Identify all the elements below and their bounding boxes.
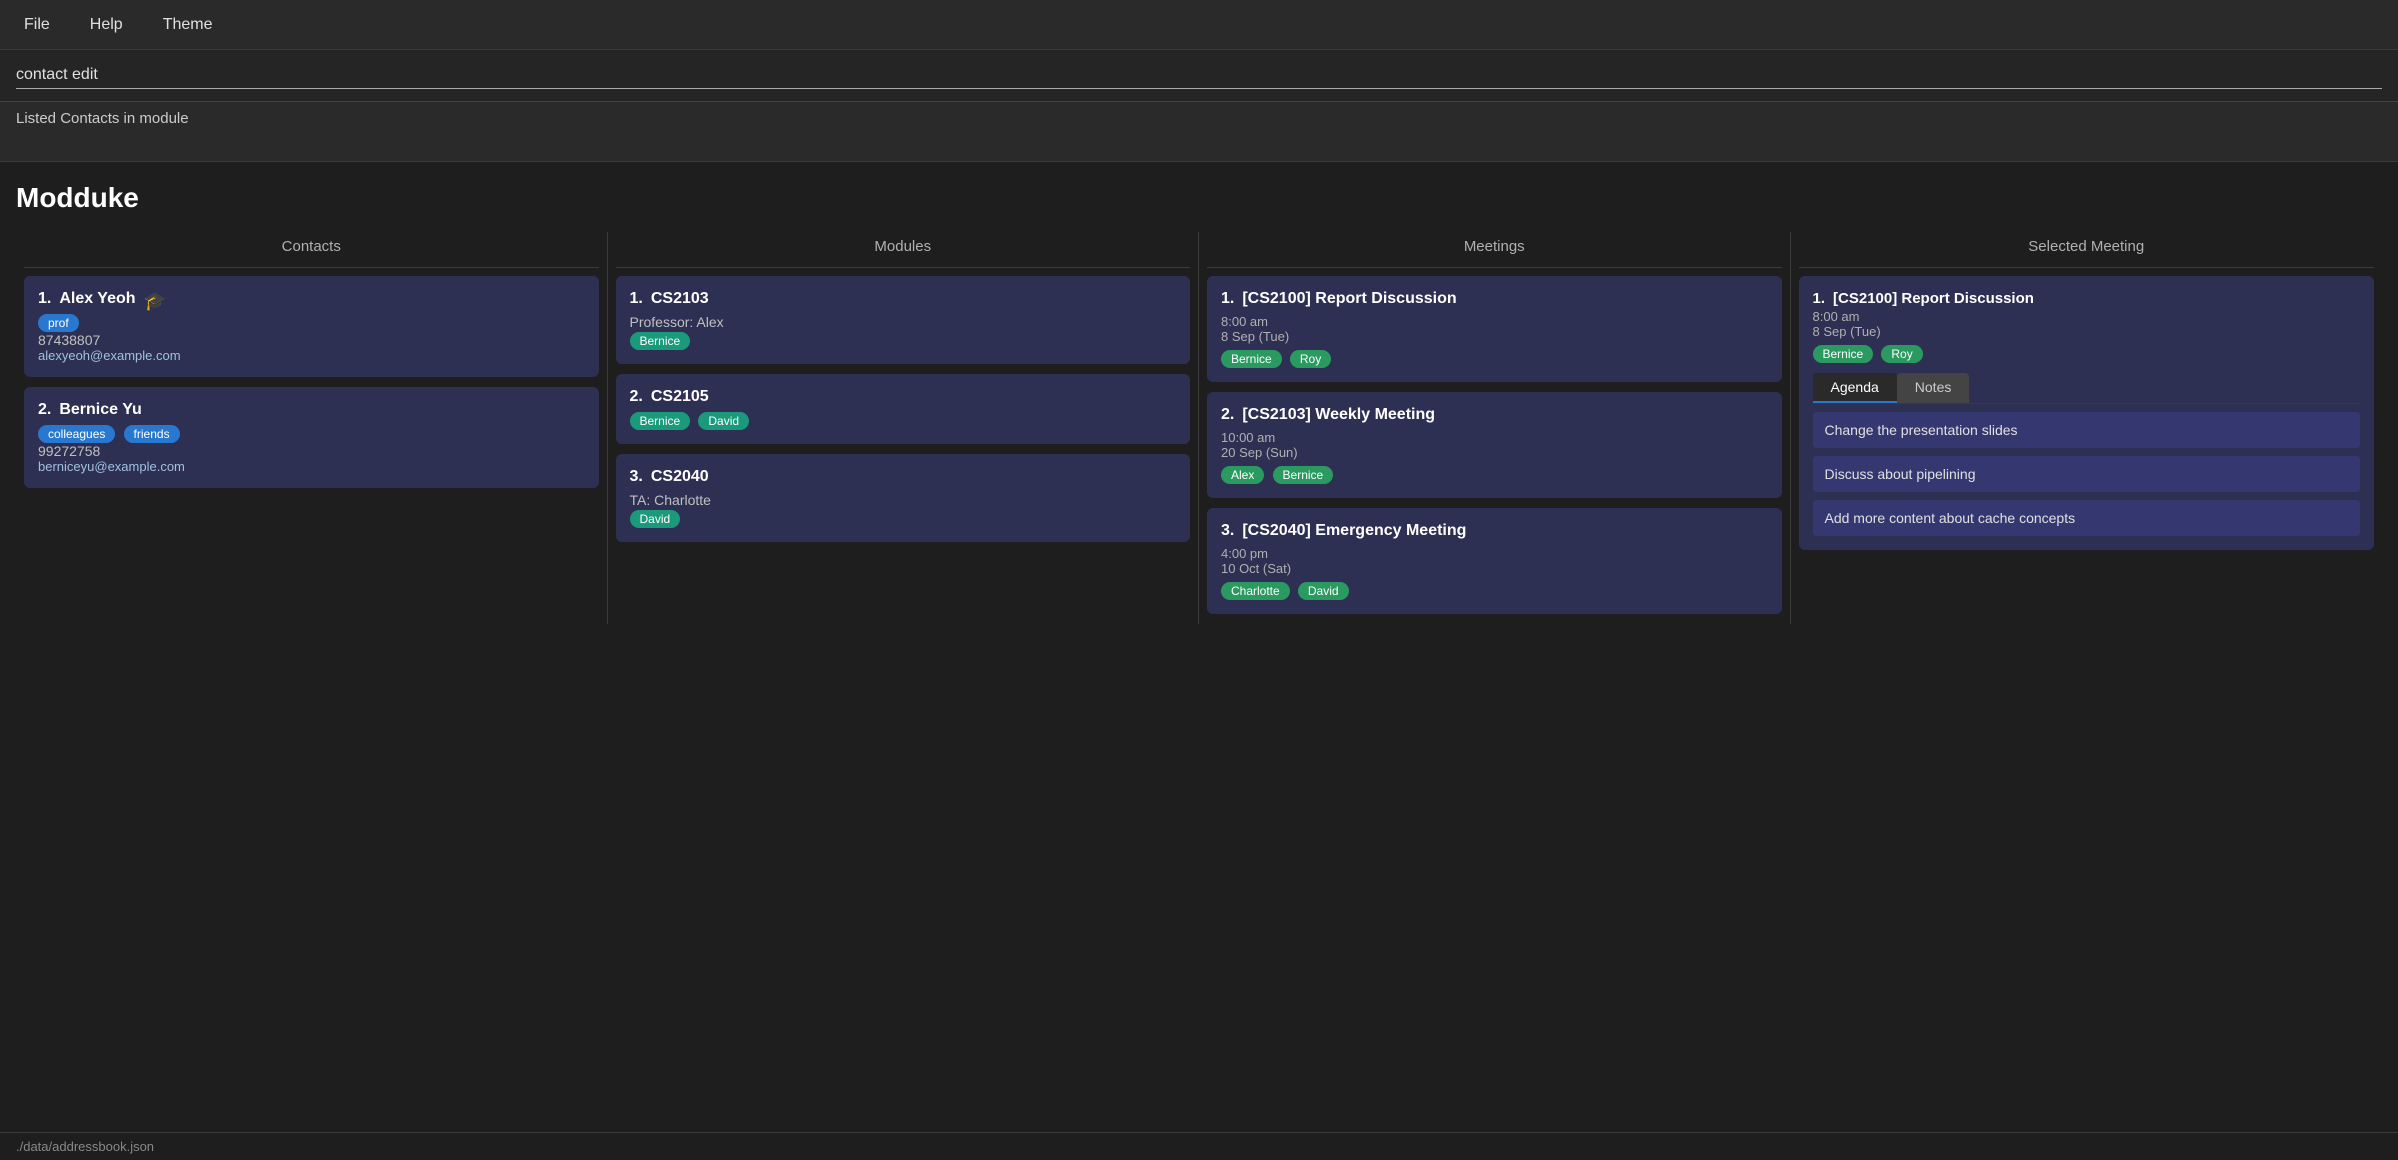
contact-1-tag-prof: prof	[38, 314, 79, 332]
module-card-2[interactable]: 2. CS2105 Bernice David	[616, 374, 1191, 444]
footer-path: ./data/addressbook.json	[16, 1139, 154, 1154]
agenda-item-2: Discuss about pipelining	[1813, 456, 2361, 492]
footer: ./data/addressbook.json	[0, 1132, 2398, 1160]
tab-agenda[interactable]: Agenda	[1813, 373, 1897, 403]
contact-2-tag-friends: friends	[124, 425, 180, 443]
meeting-1-index: 1.	[1221, 290, 1234, 308]
module-1-code: CS2103	[651, 290, 709, 308]
main-content: Modduke Contacts 1. Alex Yeoh 🎓 prof 874…	[0, 162, 2398, 634]
contact-2-tag-colleagues: colleagues	[38, 425, 115, 443]
selected-meeting-header: Selected Meeting	[1799, 232, 2375, 268]
module-2-tag-bernice: Bernice	[630, 412, 691, 430]
contact-2-name: Bernice Yu	[59, 401, 141, 419]
module-2-tag-david: David	[698, 412, 749, 430]
contact-1-name: Alex Yeoh	[59, 290, 135, 308]
meeting-card-1[interactable]: 1. [CS2100] Report Discussion 8:00 am 8 …	[1207, 276, 1782, 382]
contact-1-index: 1.	[38, 290, 51, 308]
meeting-1-date: 8 Sep (Tue)	[1221, 329, 1768, 344]
contact-2-email: berniceyu@example.com	[38, 459, 585, 474]
module-card-1[interactable]: 1. CS2103 Professor: Alex Bernice	[616, 276, 1191, 364]
meeting-1-tag-roy: Roy	[1290, 350, 1331, 368]
contact-1-email: alexyeoh@example.com	[38, 348, 585, 363]
meeting-tabs: Agenda Notes	[1813, 373, 2361, 404]
modules-column: Modules 1. CS2103 Professor: Alex Bernic…	[608, 232, 1200, 624]
module-1-role: Professor: Alex	[630, 314, 1177, 330]
menu-help[interactable]: Help	[82, 12, 131, 38]
tab-notes[interactable]: Notes	[1897, 373, 1970, 403]
meeting-1-title: [CS2100] Report Discussion	[1242, 290, 1456, 308]
meeting-2-date: 20 Sep (Sun)	[1221, 445, 1768, 460]
module-3-tag-david: David	[630, 510, 681, 528]
menubar: File Help Theme	[0, 0, 2398, 50]
menu-theme[interactable]: Theme	[155, 12, 221, 38]
contacts-header: Contacts	[24, 232, 599, 268]
meeting-3-tag-charlotte: Charlotte	[1221, 582, 1290, 600]
command-bar	[0, 50, 2398, 102]
app-title: Modduke	[16, 182, 2382, 214]
contact-2-index: 2.	[38, 401, 51, 419]
agenda-item-3: Add more content about cache concepts	[1813, 500, 2361, 536]
status-text: Listed Contacts in module	[16, 110, 189, 127]
modules-header: Modules	[616, 232, 1191, 268]
meeting-2-index: 2.	[1221, 406, 1234, 424]
module-3-index: 3.	[630, 468, 643, 486]
module-3-code: CS2040	[651, 468, 709, 486]
contacts-column: Contacts 1. Alex Yeoh 🎓 prof 87438807 al…	[16, 232, 608, 624]
meetings-column: Meetings 1. [CS2100] Report Discussion 8…	[1199, 232, 1791, 624]
meeting-3-index: 3.	[1221, 522, 1234, 540]
contact-card-1[interactable]: 1. Alex Yeoh 🎓 prof 87438807 alexyeoh@ex…	[24, 276, 599, 377]
columns-container: Contacts 1. Alex Yeoh 🎓 prof 87438807 al…	[16, 232, 2382, 624]
meeting-3-time: 4:00 pm	[1221, 546, 1768, 561]
module-1-index: 1.	[630, 290, 643, 308]
contact-2-phone: 99272758	[38, 443, 585, 459]
meeting-3-title: [CS2040] Emergency Meeting	[1242, 522, 1466, 540]
meeting-2-time: 10:00 am	[1221, 430, 1768, 445]
selected-meeting-title: [CS2100] Report Discussion	[1833, 290, 2034, 307]
selected-meeting-time: 8:00 am	[1813, 309, 2361, 324]
meeting-2-title: [CS2103] Weekly Meeting	[1242, 406, 1435, 424]
grad-icon: 🎓	[144, 291, 166, 312]
module-2-code: CS2105	[651, 388, 709, 406]
selected-meeting-tag-bernice: Bernice	[1813, 345, 1874, 363]
status-bar: Listed Contacts in module	[0, 102, 2398, 162]
selected-meeting-tag-roy: Roy	[1881, 345, 1922, 363]
module-2-index: 2.	[630, 388, 643, 406]
menu-file[interactable]: File	[16, 12, 58, 38]
selected-meeting-index: 1.	[1813, 290, 1826, 307]
meeting-card-2[interactable]: 2. [CS2103] Weekly Meeting 10:00 am 20 S…	[1207, 392, 1782, 498]
selected-meeting-card: 1. [CS2100] Report Discussion 8:00 am 8 …	[1799, 276, 2375, 550]
contact-1-phone: 87438807	[38, 332, 585, 348]
agenda-item-1: Change the presentation slides	[1813, 412, 2361, 448]
meeting-1-time: 8:00 am	[1221, 314, 1768, 329]
meeting-3-date: 10 Oct (Sat)	[1221, 561, 1768, 576]
meeting-2-tag-bernice: Bernice	[1273, 466, 1334, 484]
meeting-3-tag-david: David	[1298, 582, 1349, 600]
contact-card-2[interactable]: 2. Bernice Yu colleagues friends 9927275…	[24, 387, 599, 488]
module-3-role: TA: Charlotte	[630, 492, 1177, 508]
selected-meeting-date: 8 Sep (Tue)	[1813, 324, 2361, 339]
meeting-2-tag-alex: Alex	[1221, 466, 1264, 484]
selected-meeting-column: Selected Meeting 1. [CS2100] Report Disc…	[1791, 232, 2383, 624]
meetings-header: Meetings	[1207, 232, 1782, 268]
meeting-1-tag-bernice: Bernice	[1221, 350, 1282, 368]
module-card-3[interactable]: 3. CS2040 TA: Charlotte David	[616, 454, 1191, 542]
command-input[interactable]	[16, 62, 2382, 89]
meeting-card-3[interactable]: 3. [CS2040] Emergency Meeting 4:00 pm 10…	[1207, 508, 1782, 614]
module-1-tag-bernice: Bernice	[630, 332, 691, 350]
